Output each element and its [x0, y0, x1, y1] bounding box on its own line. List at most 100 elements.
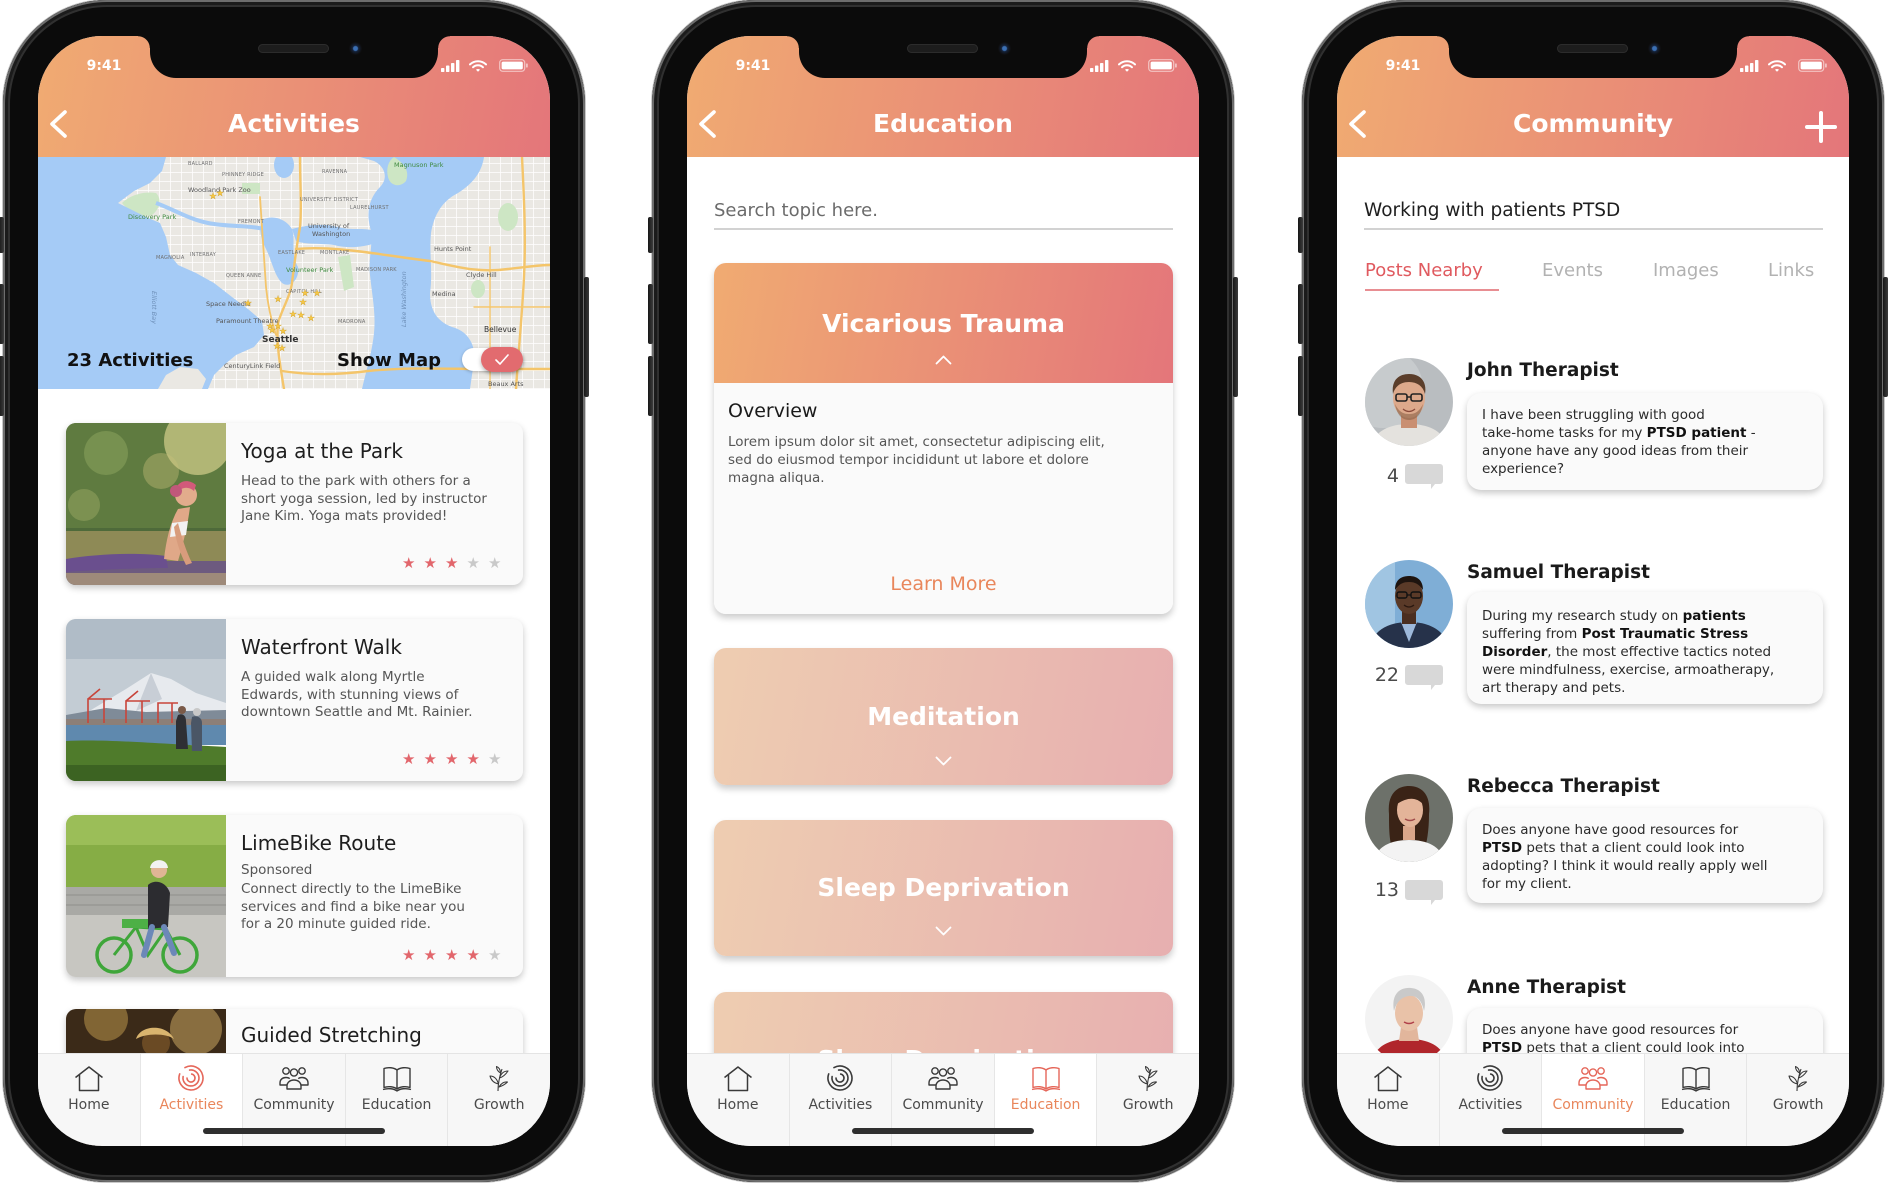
post-text-highlight: PTSD patient	[1646, 425, 1747, 441]
chevron-down-icon[interactable]	[935, 756, 952, 766]
avatar[interactable]	[1365, 358, 1453, 446]
map-label: Beaux Arts	[488, 380, 524, 388]
post-text[interactable]: During my research study on patients suf…	[1467, 592, 1823, 704]
toggle-knob[interactable]	[481, 347, 523, 372]
star-filled-icon: ★	[423, 554, 437, 572]
comment-icon[interactable]	[1405, 665, 1443, 691]
star-filled-icon: ★	[423, 946, 437, 964]
post-text[interactable]: I have been struggling with good take-ho…	[1467, 393, 1823, 490]
home-icon	[723, 1066, 753, 1092]
map-marker-icon[interactable]: ★	[278, 344, 286, 354]
star-filled-icon: ★	[402, 554, 416, 572]
tab-label: Education	[1660, 1097, 1731, 1113]
mute-switch	[1298, 217, 1303, 253]
home-indicator[interactable]	[203, 1128, 385, 1134]
signal-icon	[1740, 60, 1759, 72]
post-author[interactable]: Samuel Therapist	[1467, 561, 1650, 585]
activity-image-waterfront	[66, 619, 226, 781]
map-marker-icon[interactable]: ★	[244, 299, 252, 309]
community-icon	[279, 1067, 309, 1090]
map-marker-icon[interactable]: ★	[274, 295, 282, 305]
post-text-segment: suffering from	[1482, 626, 1578, 642]
tab-growth[interactable]: Growth	[1096, 1054, 1199, 1146]
learn-more-link[interactable]: Learn More	[714, 572, 1173, 596]
tab-events[interactable]: Events	[1542, 260, 1603, 282]
home-indicator[interactable]	[1502, 1128, 1684, 1134]
tab-growth[interactable]: Growth	[447, 1054, 550, 1146]
tab-links[interactable]: Links	[1768, 260, 1814, 282]
activities-map[interactable]: BALLARD PHINNEY RIDGE Woodland Park Zoo …	[38, 157, 550, 389]
map-marker-icon[interactable]: ★	[307, 314, 315, 324]
map-label: Volunteer Park	[286, 266, 334, 274]
activity-card[interactable]: Waterfront Walk A guided walk along Myrt…	[66, 619, 523, 781]
topic-header[interactable]: Vicarious Trauma	[714, 263, 1173, 383]
avatar-rebecca	[1365, 774, 1453, 862]
tab-home[interactable]: Home	[1337, 1054, 1439, 1146]
limebike-photo	[66, 815, 226, 977]
tab-label: Community	[902, 1097, 984, 1113]
comment-count: 13	[1374, 879, 1399, 901]
topic-card[interactable]: Sleep Deprivation	[714, 820, 1173, 956]
tab-home[interactable]: Home	[38, 1054, 140, 1146]
wifi-icon	[1118, 60, 1136, 72]
map-marker-icon[interactable]: ★	[289, 310, 297, 320]
map-label: MADRONA	[338, 319, 366, 325]
map-marker-icon[interactable]: ★	[313, 289, 321, 299]
topic-title: Sleep Deprivation	[817, 873, 1070, 902]
map-label: MONTLAKE	[320, 250, 349, 256]
screen: 9:41 Activities BALLARD PHINNEY RIDGE Wo…	[38, 36, 550, 1146]
star-filled-icon: ★	[445, 750, 459, 768]
notch	[787, 36, 1099, 78]
avatar[interactable]	[1365, 560, 1453, 648]
post-text[interactable]: Does anyone have good resources for PTSD…	[1467, 808, 1823, 903]
post-author[interactable]: Anne Therapist	[1467, 976, 1626, 1000]
map-label: UNIVERSITY DISTRICT	[300, 197, 359, 203]
tab-growth[interactable]: Growth	[1746, 1054, 1849, 1146]
signal-icon	[1090, 60, 1109, 72]
chevron-down-icon[interactable]	[935, 926, 952, 936]
topic-input[interactable]	[1364, 194, 1823, 226]
map-marker-icon[interactable]: ★	[268, 326, 276, 336]
tab-home[interactable]: Home	[687, 1054, 789, 1146]
comment-icon[interactable]	[1405, 464, 1443, 490]
star-filled-icon: ★	[445, 554, 459, 572]
topic-card-expanded[interactable]: Vicarious Trauma Overview Lorem ipsum do…	[714, 263, 1173, 614]
tab-images[interactable]: Images	[1653, 260, 1719, 282]
power-button	[1233, 277, 1238, 397]
search-input[interactable]	[714, 194, 1173, 226]
search-field[interactable]	[714, 194, 1173, 230]
power-button	[1883, 277, 1888, 397]
map-label: University of	[308, 222, 350, 230]
topic-field[interactable]	[1364, 194, 1823, 230]
topic-card[interactable]: Meditation	[714, 648, 1173, 785]
map-marker-icon[interactable]: ★	[299, 298, 307, 308]
activity-card[interactable]: LimeBike Route Sponsored Connect directl…	[66, 815, 523, 977]
post-author[interactable]: Rebecca Therapist	[1467, 775, 1660, 799]
map-marker-icon[interactable]: ★	[297, 311, 305, 321]
screen: 9:41 Community Posts Nearby Events Image…	[1337, 36, 1849, 1146]
topic-title: Meditation	[867, 702, 1020, 731]
home-indicator[interactable]	[852, 1128, 1034, 1134]
map-marker-icon[interactable]: ★	[279, 327, 287, 337]
rating-stars: ★ ★ ★ ★ ★	[398, 749, 506, 769]
tab-label: Activities	[1458, 1097, 1523, 1113]
map-label: Elliott Bay	[150, 291, 158, 324]
comment-icon[interactable]	[1405, 880, 1443, 906]
post-author[interactable]: John Therapist	[1467, 359, 1619, 383]
activity-card[interactable]: Yoga at the Park Head to the park with o…	[66, 423, 523, 585]
avatar[interactable]	[1365, 774, 1453, 862]
tab-posts-nearby[interactable]: Posts Nearby	[1365, 260, 1483, 282]
activity-title: Waterfront Walk	[241, 635, 402, 659]
add-post-icon[interactable]	[1804, 110, 1838, 144]
status-time: 9:41	[1385, 58, 1421, 74]
notch	[138, 36, 450, 78]
education-icon	[1680, 1066, 1711, 1092]
speaker	[258, 44, 329, 53]
map-marker-icon[interactable]: ★	[216, 189, 224, 199]
activity-count: 23 Activities	[67, 350, 194, 371]
chevron-up-icon[interactable]	[935, 355, 952, 365]
avatar[interactable]	[1365, 975, 1453, 1063]
star-filled-icon: ★	[402, 946, 416, 964]
show-map-toggle[interactable]	[462, 347, 523, 372]
activity-description: Head to the park with others for a short…	[241, 473, 487, 524]
